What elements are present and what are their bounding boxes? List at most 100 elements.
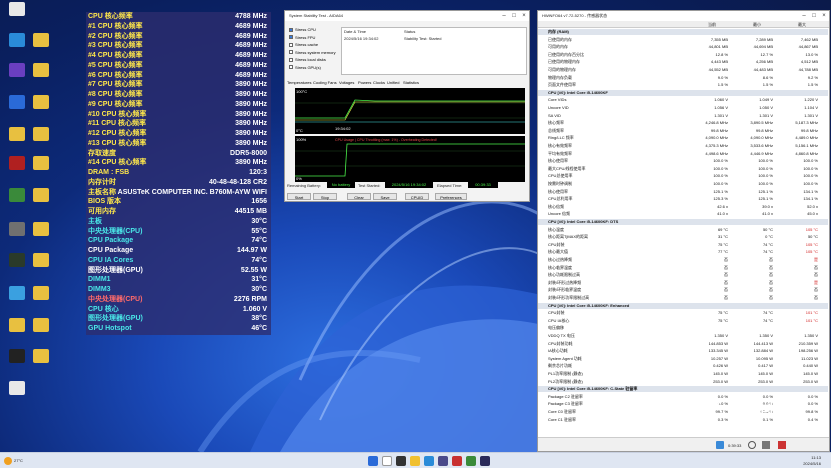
sensor-row[interactable]: 核心使用率 100.0 % 100.0 % 100.0 % bbox=[538, 158, 828, 164]
sensor-row[interactable]: CPU封装 75 °C 74 °C 105 °C bbox=[538, 242, 828, 248]
stability-button[interactable]: Start bbox=[287, 193, 311, 200]
sensor-row[interactable]: PL2功率限制 (静态) 253.0 W 253.0 W 253.0 W bbox=[538, 379, 828, 385]
desktop-shortcut[interactable] bbox=[28, 349, 54, 363]
start-icon[interactable] bbox=[368, 456, 378, 466]
sensor-row[interactable]: 物理内存负载 9.0 % 8.6 % 9.2 % bbox=[538, 75, 828, 81]
clock-date[interactable]: 2024/5/16 bbox=[803, 461, 821, 466]
sensor-row[interactable]: 核心过热降频 否 否 是 bbox=[538, 257, 828, 263]
desktop-shortcut[interactable] bbox=[28, 156, 54, 170]
graph-tab[interactable]: Temperatures bbox=[287, 80, 311, 86]
desktop-shortcut[interactable] bbox=[28, 253, 54, 267]
stability-titlebar[interactable]: System Stability Test - AIDA64 – □ × bbox=[285, 11, 529, 21]
desktop-shortcut[interactable] bbox=[28, 127, 54, 141]
sensor-row[interactable]: 已使用的物理内存 4,443 MB 4,256 MB 4,512 MB bbox=[538, 59, 828, 65]
sensor-section[interactable]: CPU [#0]: Intel Core i5-14600KF bbox=[538, 89, 828, 97]
hwinfo-window[interactable]: HWiNFO64 v7.72-5270 - 传感器状态 – □ × 当前 最小 … bbox=[537, 10, 830, 452]
sensor-row[interactable]: SA VID 1.301 V 1.301 V 1.301 V bbox=[538, 113, 828, 119]
graph-tab[interactable]: Statistics bbox=[403, 80, 419, 86]
desktop-shortcut[interactable] bbox=[4, 286, 30, 300]
sensor-row[interactable]: Core VIDs 1.060 V 1.049 V 1.220 V bbox=[538, 97, 828, 103]
desktop-shortcut[interactable] bbox=[4, 381, 30, 395]
desktop-shortcut[interactable] bbox=[4, 156, 30, 170]
sensor-section[interactable]: 内存 (RAM) bbox=[538, 29, 828, 36]
stress-checkbox[interactable]: Stress CPU bbox=[289, 27, 316, 33]
desktop-shortcut[interactable] bbox=[4, 222, 30, 236]
app-taskbar-icon[interactable] bbox=[480, 456, 490, 466]
store-icon[interactable] bbox=[438, 456, 448, 466]
checkbox-box[interactable] bbox=[289, 35, 293, 40]
sensor-row[interactable]: 已使用的内存百分比 12.8 % 12.7 % 13.0 % bbox=[538, 52, 828, 58]
desktop-shortcut[interactable] bbox=[28, 286, 54, 300]
sensor-row[interactable]: 最大CPU/线程使用率 100.0 % 100.0 % 100.0 % bbox=[538, 166, 828, 172]
settings-icon[interactable] bbox=[762, 441, 770, 449]
desktop-shortcut[interactable] bbox=[4, 253, 30, 267]
close-sensors-icon[interactable] bbox=[778, 441, 786, 449]
sensor-row[interactable]: 剩余芯片功耗 0.426 W 0.417 W 0.440 W bbox=[538, 363, 828, 369]
sensor-row[interactable]: 电压偏移 bbox=[538, 325, 828, 331]
sensor-row[interactable]: 核心临界温度 否 否 否 bbox=[538, 265, 828, 271]
checkbox-box[interactable] bbox=[289, 27, 293, 32]
stress-checkbox[interactable]: Stress GPU(s) bbox=[289, 65, 321, 71]
sensor-row[interactable]: 核心距离TjMAX的距离 31 °C 0 °C 50 °C bbox=[538, 234, 828, 240]
sensor-row[interactable]: 封装/环形功率限制过高 否 否 否 bbox=[538, 295, 828, 301]
stability-button[interactable]: Stop bbox=[313, 193, 337, 200]
sensor-row[interactable]: System Agent 功耗 10.257 W 10.095 W 11.023 W bbox=[538, 356, 828, 362]
checkbox-box[interactable] bbox=[289, 42, 293, 47]
sensor-row[interactable]: 可用的物理内存 44,552 MB 44,483 MB 44,788 MB bbox=[538, 67, 828, 73]
stress-checkbox[interactable]: Stress system memory bbox=[289, 50, 336, 56]
sensor-row[interactable]: 页面文件使用率 1.5 % 1.5 % 1.5 % bbox=[538, 82, 828, 88]
sensor-row[interactable]: VDDQ TX 电压 1.350 V 1.350 V 1.350 V bbox=[538, 333, 828, 339]
hwinfo-titlebar[interactable]: HWiNFO64 v7.72-5270 - 传感器状态 – □ × bbox=[538, 11, 829, 21]
desktop-shortcut[interactable] bbox=[4, 188, 30, 202]
explorer-icon[interactable] bbox=[410, 456, 420, 466]
search-icon[interactable] bbox=[382, 456, 392, 466]
sensor-section[interactable]: CPU [#0]: Intel Core i5-14600KF: DTS bbox=[538, 219, 828, 226]
sensor-row[interactable]: 按需时钟调制 100.0 % 100.0 % 100.0 % bbox=[538, 181, 828, 187]
stress-checkbox[interactable]: Stress cache bbox=[289, 42, 318, 48]
sensor-row[interactable]: 核心有效频率 4,375.3 MHz 3,533.6 MHz 5,156.1 MHz bbox=[538, 143, 828, 149]
stress-checkbox[interactable]: Stress FPU bbox=[289, 35, 315, 41]
desktop-shortcut[interactable] bbox=[4, 95, 30, 109]
stability-button[interactable]: Clear bbox=[347, 193, 371, 200]
close-button[interactable]: × bbox=[519, 11, 529, 21]
sensor-row[interactable]: 核心使用率 125.1 % 125.1 % 134.1 % bbox=[538, 189, 828, 195]
stability-test-window[interactable]: System Stability Test - AIDA64 – □ × Dat… bbox=[284, 10, 530, 202]
sensor-row[interactable]: IA核心功耗 133.345 W 132.884 W 198.256 W bbox=[538, 348, 828, 354]
desktop-shortcut[interactable] bbox=[4, 2, 30, 16]
sensor-row[interactable]: 核心频率 4,246.8 MHz 3,890.5 MHz 5,187.3 MHz bbox=[538, 120, 828, 126]
stress-checkbox[interactable]: Stress local disks bbox=[289, 57, 326, 63]
desktop-shortcut[interactable] bbox=[28, 95, 54, 109]
checkbox-box[interactable] bbox=[289, 50, 293, 55]
clock-time[interactable]: 11:13 bbox=[811, 455, 821, 460]
desktop-shortcut[interactable] bbox=[28, 222, 54, 236]
sensor-row[interactable]: 核心功耗限制过高 否 否 否 bbox=[538, 272, 828, 278]
sensor-row[interactable]: 封装/环形临界温度 否 否 否 bbox=[538, 287, 828, 293]
sensor-row[interactable]: 封装/环形过热降频 否 否 是 bbox=[538, 280, 828, 286]
sensor-row[interactable]: CPU总使用率 100.0 % 100.0 % 100.0 % bbox=[538, 173, 828, 179]
maximize-button[interactable]: □ bbox=[809, 11, 819, 21]
sensor-section[interactable]: CPU [#0]: Intel Core i5-14600KF: C-State… bbox=[538, 386, 828, 393]
close-button[interactable]: × bbox=[819, 11, 829, 21]
desktop-shortcut[interactable] bbox=[4, 63, 30, 77]
desktop-shortcut[interactable] bbox=[4, 127, 30, 141]
stability-button[interactable]: CPUID bbox=[405, 193, 429, 200]
sensor-row[interactable]: 核心最大值 77 °C 74 °C 105 °C bbox=[538, 249, 828, 255]
sensor-row[interactable]: CPU IA核心 75 °C 74 °C 101 °C bbox=[538, 318, 828, 324]
sensor-row[interactable]: Uncore 倍频 41.0 x 41.0 x 45.0 x bbox=[538, 211, 828, 217]
sensor-row[interactable]: PL1功率限制 (静态) 145.0 W 145.0 W 145.0 W bbox=[538, 371, 828, 377]
taskview-icon[interactable] bbox=[396, 456, 406, 466]
graph-tab[interactable]: Clocks bbox=[373, 80, 385, 86]
desktop-shortcut[interactable] bbox=[28, 188, 54, 202]
edge-icon[interactable] bbox=[424, 456, 434, 466]
sensor-row[interactable]: 已使用的内存 7,355 MB 7,289 MB 7,462 MB bbox=[538, 37, 828, 43]
sensor-list[interactable]: 内存 (RAM) 已使用的内存 7,355 MB 7,289 MB 7,462 MB 可用… bbox=[538, 29, 829, 427]
sensor-row[interactable]: 总线频率 99.8 MHz 99.8 MHz 99.8 MHz bbox=[538, 128, 828, 134]
sensor-section[interactable]: CPU [#0]: Intel Core i5-14600KF: Enhance… bbox=[538, 302, 828, 309]
sensor-row[interactable]: 核心倍频 42.6 x 39.0 x 52.0 x bbox=[538, 204, 828, 210]
network-icon[interactable] bbox=[716, 441, 724, 449]
graph-tab[interactable]: Unified bbox=[387, 80, 399, 86]
clock-icon[interactable] bbox=[748, 441, 756, 449]
sensor-row[interactable]: 可用的内存 44,801 MB 44,694 MB 44,867 MB bbox=[538, 44, 828, 50]
sensor-row[interactable]: Ring/LLC 频率 4,090.0 MHz 4,090.0 MHz 4,489.0… bbox=[538, 135, 828, 141]
maximize-button[interactable]: □ bbox=[509, 11, 519, 21]
